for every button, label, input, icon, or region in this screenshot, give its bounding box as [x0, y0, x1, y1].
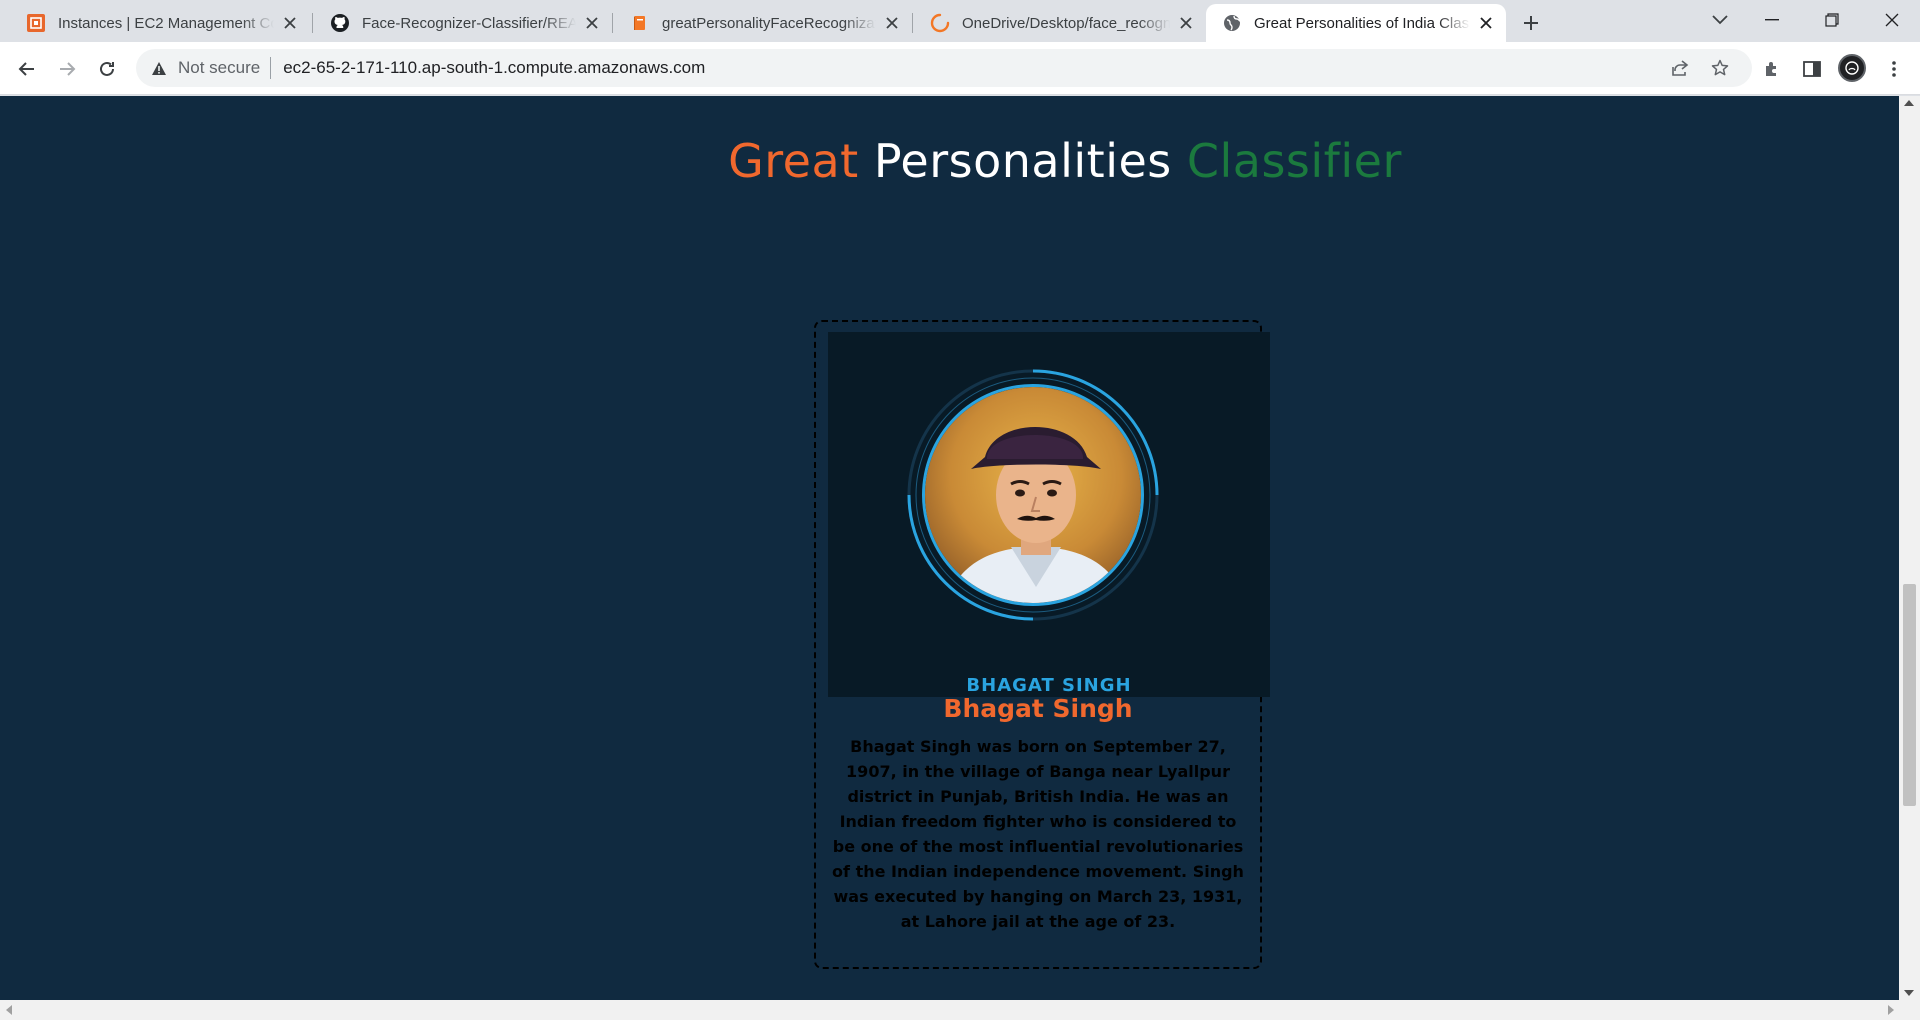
arrow-right-icon	[60, 62, 76, 76]
security-status-label[interactable]: Not secure	[178, 58, 260, 78]
close-tab-icon[interactable]	[582, 13, 602, 33]
minimize-button[interactable]	[1744, 0, 1800, 40]
horizontal-scrollbar[interactable]	[0, 1000, 1920, 1020]
scroll-down-arrow-icon[interactable]	[1904, 990, 1914, 996]
side-panel-icon	[1803, 61, 1821, 77]
tab-strip: Instances | EC2 Management Console Face-…	[0, 0, 1920, 42]
tab-github-readme[interactable]: Face-Recognizer-Classifier/README.md	[314, 4, 612, 42]
forward-button[interactable]	[51, 53, 83, 85]
tab-great-personalities[interactable]: Great Personalities of India Classifier	[1206, 4, 1506, 42]
tab-onedrive-folder[interactable]: OneDrive/Desktop/face_recognization	[914, 4, 1206, 42]
tab-separator	[612, 13, 613, 33]
chevron-down-icon	[1712, 15, 1728, 25]
portrait-ring	[906, 368, 1160, 622]
person-name: Bhagat Singh	[943, 694, 1133, 723]
tab-separator	[912, 13, 913, 33]
close-tab-icon[interactable]	[1176, 13, 1196, 33]
title-word-great: Great	[728, 134, 859, 188]
tab-title: Face-Recognizer-Classifier/README.md	[362, 14, 576, 32]
result-card: BHAGAT SINGH Bhagat Singh Bhagat Singh w…	[814, 320, 1270, 969]
restore-icon	[1825, 13, 1839, 27]
browser-menu-button[interactable]	[1878, 53, 1910, 85]
side-panel-button[interactable]	[1796, 53, 1828, 85]
jupyter-notebook-icon	[630, 13, 650, 33]
tab-search-button[interactable]	[1692, 0, 1748, 40]
bookmark-star-icon[interactable]	[1704, 52, 1736, 84]
browser-toolbar: Not secure ec2-65-2-171-110.ap-south-1.c…	[0, 42, 1920, 95]
reload-button[interactable]	[91, 53, 123, 85]
kebab-menu-icon	[1892, 61, 1896, 77]
person-description: Bhagat Singh was born on September 27, 1…	[832, 737, 1244, 931]
extensions-button[interactable]	[1756, 53, 1788, 85]
close-icon	[1885, 13, 1899, 27]
tab-ec2-instances[interactable]: Instances | EC2 Management Console	[10, 4, 310, 42]
address-divider	[270, 57, 272, 79]
globe-icon	[1222, 13, 1242, 33]
tab-title: Great Personalities of India Classifier	[1254, 14, 1470, 32]
title-word-personalities: Personalities	[873, 134, 1172, 188]
scroll-right-arrow-icon[interactable]	[1888, 1005, 1894, 1015]
share-icon[interactable]	[1664, 52, 1696, 84]
close-tab-icon[interactable]	[280, 13, 300, 33]
profile-icon	[1845, 61, 1859, 75]
page-viewport: Great Personalities Classifier BHAGAT SI…	[0, 96, 1899, 1000]
back-button[interactable]	[11, 53, 43, 85]
prediction-image-panel	[828, 332, 1270, 697]
puzzle-icon	[1766, 62, 1776, 76]
url-text[interactable]: ec2-65-2-171-110.ap-south-1.compute.amaz…	[283, 58, 705, 78]
loading-spinner-icon	[930, 13, 950, 33]
minimize-icon	[1765, 19, 1779, 21]
vertical-scroll-thumb[interactable]	[1903, 584, 1916, 806]
person-portrait	[922, 384, 1144, 606]
scroll-up-arrow-icon[interactable]	[1904, 100, 1914, 106]
profile-avatar[interactable]	[1838, 54, 1866, 82]
page-title: Great Personalities Classifier	[0, 134, 1899, 188]
restore-button[interactable]	[1804, 0, 1860, 40]
scroll-left-arrow-icon[interactable]	[6, 1005, 12, 1015]
predicted-class-label: BHAGAT SINGH	[966, 675, 1132, 696]
arrow-left-icon	[18, 62, 34, 76]
tab-title: Instances | EC2 Management Console	[58, 14, 274, 32]
close-window-button[interactable]	[1864, 0, 1920, 40]
vertical-scrollbar[interactable]	[1899, 96, 1920, 1000]
close-tab-icon[interactable]	[1476, 13, 1496, 33]
tab-jupyter-notebook[interactable]: greatPersonalityFaceRecognization	[614, 4, 912, 42]
title-word-classifier: Classifier	[1186, 134, 1402, 188]
tab-title: OneDrive/Desktop/face_recognization	[962, 14, 1170, 32]
reload-icon	[100, 61, 114, 76]
tab-title: greatPersonalityFaceRecognization	[662, 14, 876, 32]
tab-separator	[312, 13, 313, 33]
new-tab-button[interactable]	[1516, 8, 1546, 38]
warning-triangle-icon[interactable]	[150, 59, 168, 77]
person-portrait-image	[925, 387, 1141, 603]
close-tab-icon[interactable]	[882, 13, 902, 33]
aws-ec2-icon	[26, 13, 46, 33]
address-bar[interactable]: Not secure ec2-65-2-171-110.ap-south-1.c…	[136, 49, 1752, 87]
plus-icon	[1524, 16, 1538, 30]
github-icon	[330, 13, 350, 33]
